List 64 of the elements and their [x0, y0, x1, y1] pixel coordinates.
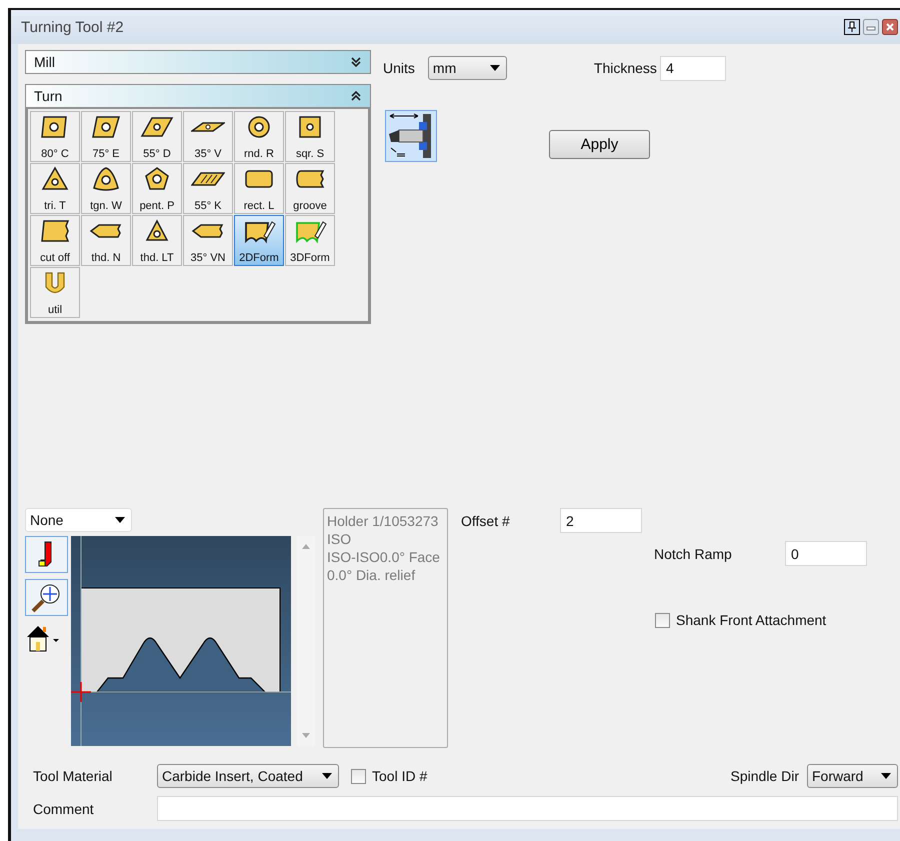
tool-type-button[interactable]: tri. T — [30, 163, 80, 214]
caret-icon — [322, 773, 332, 779]
tool-type-button[interactable]: rnd. R — [234, 111, 284, 162]
info-line: ISO-ISO0.0° Face — [327, 548, 441, 566]
tool-view-button[interactable] — [25, 536, 68, 573]
tool-type-button[interactable]: 2DForm — [234, 215, 284, 266]
tool-type-button[interactable]: 35° V — [183, 111, 233, 162]
close-icon[interactable] — [882, 19, 898, 35]
panel-header[interactable]: Turn — [25, 84, 371, 107]
home-icon[interactable] — [25, 624, 59, 654]
notch-ramp-label: Notch Ramp — [654, 546, 733, 562]
tool-type-button[interactable]: 55° K — [183, 163, 233, 214]
comment-field[interactable] — [157, 796, 898, 821]
thickness-field[interactable]: 4 — [660, 56, 726, 80]
tool-type-button[interactable]: 3DForm — [285, 215, 335, 266]
scroll-up-icon[interactable] — [302, 544, 310, 549]
info-line: 0.0° Dia. relief — [327, 566, 416, 584]
insert-icon — [38, 218, 72, 244]
tool-type-button[interactable]: pent. P — [132, 163, 182, 214]
view-dropdown[interactable]: None — [25, 508, 132, 532]
offset-field[interactable]: 2 — [560, 508, 642, 533]
tool-type-button[interactable]: cut off — [30, 215, 80, 266]
tool-type-button[interactable]: 35° VN — [183, 215, 233, 266]
checkbox[interactable] — [655, 612, 670, 628]
spindle-dir-dropdown[interactable]: Forward — [807, 764, 898, 788]
tool-type-button[interactable]: thd. N — [81, 215, 131, 266]
panel-header[interactable]: Mill — [25, 50, 371, 74]
tool-type-button[interactable]: 80° C — [30, 111, 80, 162]
chevron-icon — [350, 56, 362, 68]
comment-label: Comment — [33, 800, 95, 816]
offset-label: Offset # — [461, 512, 511, 528]
tool-type-button[interactable]: 75° E — [81, 111, 131, 162]
insert-icon — [89, 114, 123, 140]
chevron-icon — [350, 90, 362, 102]
tool-type-button[interactable]: thd. LT — [132, 215, 182, 266]
pin-icon[interactable] — [844, 19, 860, 35]
tool-type-button[interactable]: sqr. S — [285, 111, 335, 162]
checkbox[interactable] — [351, 768, 366, 784]
units-dropdown[interactable]: mm — [428, 56, 507, 80]
minimize-icon[interactable] — [863, 19, 879, 35]
caret-icon — [490, 65, 500, 71]
thickness-label: Thickness — [594, 60, 657, 76]
spindle-dir-label: Spindle Dir — [730, 768, 799, 784]
tool-material-label: Tool Material — [33, 768, 114, 784]
tool-material-dropdown[interactable]: Carbide Insert, Coated — [157, 764, 339, 788]
tool-type-button[interactable]: tgn. W — [81, 163, 131, 214]
scroll-down-icon[interactable] — [302, 733, 310, 738]
info-line: ISO — [327, 530, 352, 548]
units-label: Units — [383, 60, 415, 76]
tool-type-button[interactable]: rect. L — [234, 163, 284, 214]
apply-button[interactable]: Apply — [549, 130, 650, 159]
checkbox-label: Shank Front Attachment — [676, 612, 826, 628]
caret-icon — [115, 517, 125, 523]
tool-type-button[interactable]: util — [30, 267, 80, 318]
scrollbar[interactable] — [297, 536, 315, 746]
zoom-pan-button[interactable] — [25, 579, 68, 616]
tool-id-label: Tool ID # — [372, 768, 428, 784]
window-title: Turning Tool #2 — [21, 18, 124, 36]
tool-holder-icon[interactable] — [385, 110, 437, 162]
tool-type-button[interactable]: groove — [285, 163, 335, 214]
tool-type-button[interactable]: 55° D — [132, 111, 182, 162]
caret-icon — [881, 773, 891, 779]
info-line: Holder 1/1053273 — [327, 512, 440, 530]
notch-ramp-field[interactable]: 0 — [785, 541, 867, 566]
